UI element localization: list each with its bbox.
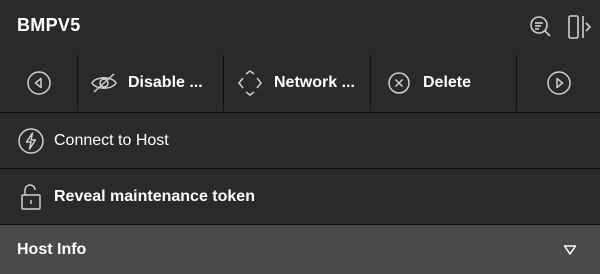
network-diamond-icon xyxy=(236,69,264,97)
search-list-icon[interactable] xyxy=(526,12,556,42)
network-label: Network ... xyxy=(274,74,355,91)
delete-button[interactable]: Delete xyxy=(371,55,516,111)
eye-off-icon xyxy=(90,69,118,97)
panel-toggle-icon[interactable] xyxy=(564,12,594,42)
chevron-left-circle-icon xyxy=(25,69,53,97)
connect-to-host-button[interactable]: Connect to Host xyxy=(0,112,600,168)
network-button[interactable]: Network ... xyxy=(224,55,370,111)
lightning-circle-icon xyxy=(16,126,46,156)
next-button[interactable] xyxy=(517,55,600,111)
unlocked-padlock-icon xyxy=(16,182,46,212)
disable-label: Disable ... xyxy=(128,74,203,91)
disable-button[interactable]: Disable ... xyxy=(78,55,223,111)
close-circle-icon xyxy=(385,69,413,97)
panel-title: BMPV5 xyxy=(17,15,81,35)
reveal-maintenance-token-label: Reveal maintenance token xyxy=(54,187,255,205)
delete-label: Delete xyxy=(423,74,472,91)
host-panel: BMPV5 Disable ... Network ... Delete Con… xyxy=(0,0,600,274)
chevron-right-circle-icon xyxy=(545,69,573,97)
chevron-down-icon xyxy=(562,242,578,258)
host-info-label: Host Info xyxy=(17,240,87,258)
host-info-section-header[interactable]: Host Info xyxy=(0,224,600,274)
panel-header: BMPV5 xyxy=(0,0,600,54)
connect-to-host-label: Connect to Host xyxy=(54,131,169,149)
action-toolbar: Disable ... Network ... Delete xyxy=(0,55,600,111)
previous-button[interactable] xyxy=(0,55,77,111)
reveal-maintenance-token-button[interactable]: Reveal maintenance token xyxy=(0,168,600,224)
